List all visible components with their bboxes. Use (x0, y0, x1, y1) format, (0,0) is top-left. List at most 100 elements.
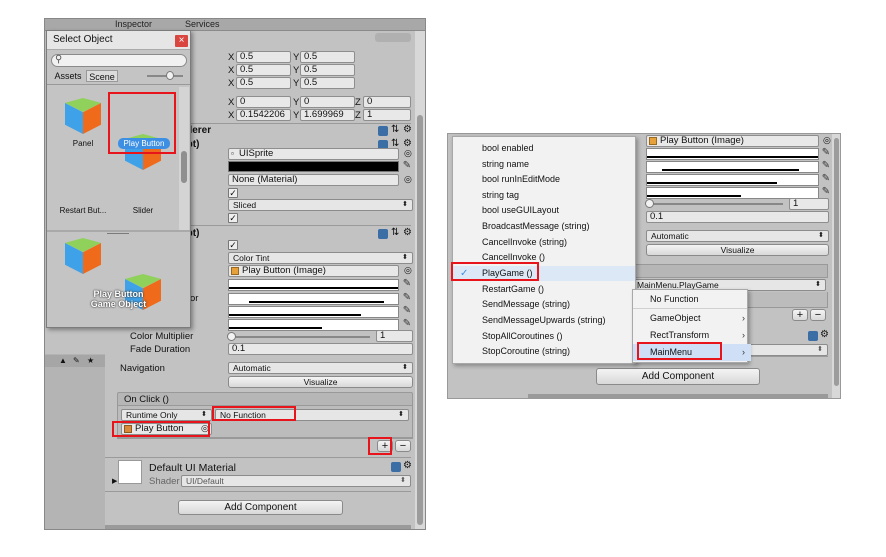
object-picker-icon[interactable]: ◎ (404, 265, 412, 276)
menu-item[interactable]: string name (453, 157, 635, 172)
highlighted-color-field[interactable] (228, 293, 399, 305)
tag-icon[interactable]: ✎ (73, 356, 80, 365)
item-restart-label[interactable]: Restart But... (50, 206, 116, 215)
eyedropper-icon[interactable]: ✎ (402, 305, 412, 317)
pos2-z-field[interactable]: 1 (363, 109, 411, 121)
vec1-x-field[interactable]: 0.5 (236, 51, 291, 63)
eyedropper-icon[interactable]: ✎ (402, 278, 412, 290)
function-dropdown[interactable]: No Function ⬍ (215, 409, 409, 421)
eyedropper-icon[interactable]: ✎ (402, 292, 412, 304)
remove-event-button[interactable]: − (395, 440, 411, 452)
disabled-color-field[interactable] (228, 319, 399, 331)
settings-icon[interactable]: ⇅ (391, 227, 399, 238)
color-multiplier-slider-track[interactable] (648, 203, 783, 205)
pressed-color-field[interactable] (228, 306, 399, 318)
slider-thumb[interactable] (227, 332, 236, 341)
search-input[interactable] (51, 54, 187, 67)
gear-icon[interactable]: ⚙ (820, 329, 829, 340)
add-event-button[interactable]: + (792, 309, 808, 321)
menu-item[interactable]: SendMessage (string) (453, 297, 635, 312)
remove-event-button[interactable]: − (810, 309, 826, 321)
menu-item[interactable]: RestartGame () (453, 282, 635, 297)
menu-item[interactable]: bool runInEditMode (453, 172, 635, 187)
tab-assets[interactable]: Assets (50, 70, 86, 82)
add-component-button[interactable]: Add Component (178, 500, 343, 515)
navigation-dropdown[interactable]: Automatic ⬍ (228, 362, 413, 374)
menu-item[interactable]: bool enabled (453, 141, 635, 156)
object-picker-icon[interactable]: ◎ (404, 174, 412, 185)
eyedropper-icon[interactable]: ✎ (402, 160, 412, 172)
material-field[interactable]: None (Material) (228, 174, 399, 186)
scrollbar-thumb[interactable] (181, 151, 187, 183)
vec1-y-field[interactable]: 0.5 (300, 51, 355, 63)
eyedropper-icon[interactable]: ✎ (821, 147, 831, 159)
zoom-slider[interactable] (147, 75, 183, 77)
vec3-y-field[interactable]: 0.5 (300, 77, 355, 89)
restart-button-cube-icon[interactable] (65, 238, 101, 274)
menu-item[interactable]: BroadcastMessage (string) (453, 219, 635, 234)
pos1-z-field[interactable]: 0 (363, 96, 411, 108)
vec3-x-field[interactable]: 0.5 (236, 77, 291, 89)
submenu-gameobject[interactable]: GameObject › (633, 310, 751, 327)
book-icon[interactable] (378, 229, 388, 239)
menu-item-playgame[interactable]: PlayGame () (453, 266, 635, 281)
splitter-grip[interactable] (107, 233, 129, 234)
color-multiplier-field[interactable]: 1 (789, 198, 829, 210)
submenu-recttransform[interactable]: RectTransform › (633, 327, 751, 344)
eyedropper-icon[interactable]: ✎ (821, 186, 831, 198)
pos1-x-field[interactable]: 0 (236, 96, 291, 108)
fill-center-checkbox[interactable]: ✓ (228, 213, 238, 223)
object-picker-icon[interactable]: ◎ (201, 423, 209, 434)
pos2-x-field[interactable]: 0.1542206 (236, 109, 291, 121)
transition-dropdown[interactable]: Color Tint ⬍ (228, 252, 413, 264)
gear-icon[interactable]: ⚙ (403, 124, 412, 135)
gear-icon[interactable]: ⚙ (403, 227, 412, 238)
scrollbar-thumb[interactable] (417, 115, 423, 525)
layers-icon[interactable]: ▲ (59, 356, 67, 365)
color-multiplier-field[interactable]: 1 (376, 330, 413, 342)
close-button[interactable]: × (175, 35, 188, 47)
slider-thumb[interactable] (645, 199, 654, 208)
pos2-y-field[interactable]: 1.699969 (300, 109, 355, 121)
settings-icon[interactable]: ⇅ (391, 124, 399, 135)
source-image-field[interactable]: UISprite (228, 148, 399, 160)
star-icon[interactable]: ★ (87, 356, 94, 365)
add-component-button[interactable]: Add Component (596, 368, 760, 385)
fade-duration-field[interactable]: 0.1 (646, 211, 829, 223)
color-multiplier-slider-track[interactable] (230, 336, 370, 338)
highlighted-color-field[interactable] (646, 161, 819, 173)
partial-button[interactable] (375, 33, 411, 42)
menu-item[interactable]: CancelInvoke () (453, 250, 635, 265)
visualize-button[interactable]: Visualize (646, 244, 829, 256)
vec2-x-field[interactable]: 0.5 (236, 64, 291, 76)
target-graphic-field[interactable]: Play Button (Image) (646, 135, 819, 147)
item-play-button-label[interactable]: Play Button (118, 138, 170, 149)
raycast-target-checkbox[interactable]: ✓ (228, 188, 238, 198)
eyedropper-icon[interactable]: ✎ (821, 160, 831, 172)
expand-arrow-icon[interactable]: ▶ (112, 477, 117, 485)
book-icon[interactable] (391, 462, 401, 472)
visualize-button[interactable]: Visualize (228, 376, 413, 388)
vec2-y-field[interactable]: 0.5 (300, 64, 355, 76)
eyedropper-icon[interactable]: ✎ (821, 173, 831, 185)
book-icon[interactable] (378, 126, 388, 136)
normal-color-field[interactable] (228, 279, 399, 291)
scrollbar-thumb[interactable] (834, 138, 839, 386)
image-type-dropdown[interactable]: Sliced ⬍ (228, 199, 413, 211)
object-picker-icon[interactable]: ◎ (823, 135, 831, 146)
object-picker-icon[interactable]: ◎ (404, 148, 412, 159)
panel-cube-icon[interactable] (65, 98, 101, 134)
gear-icon[interactable]: ⚙ (403, 460, 412, 471)
tab-scene[interactable]: Scene (86, 70, 118, 82)
target-graphic-field[interactable]: Play Button (Image) (228, 265, 399, 277)
color-field[interactable] (228, 161, 399, 172)
book-icon[interactable] (808, 331, 818, 341)
menu-item[interactable]: StopCoroutine (string) (453, 344, 635, 359)
object-field[interactable]: Play Button (121, 423, 212, 435)
menu-item[interactable]: SendMessageUpwards (string) (453, 313, 635, 328)
interactable-checkbox[interactable]: ✓ (228, 240, 238, 250)
preview-splitter[interactable] (47, 230, 190, 232)
navigation-dropdown[interactable]: Automatic ⬍ (646, 230, 829, 242)
menu-item[interactable]: string tag (453, 188, 635, 203)
submenu-no-function[interactable]: No Function (633, 291, 751, 308)
